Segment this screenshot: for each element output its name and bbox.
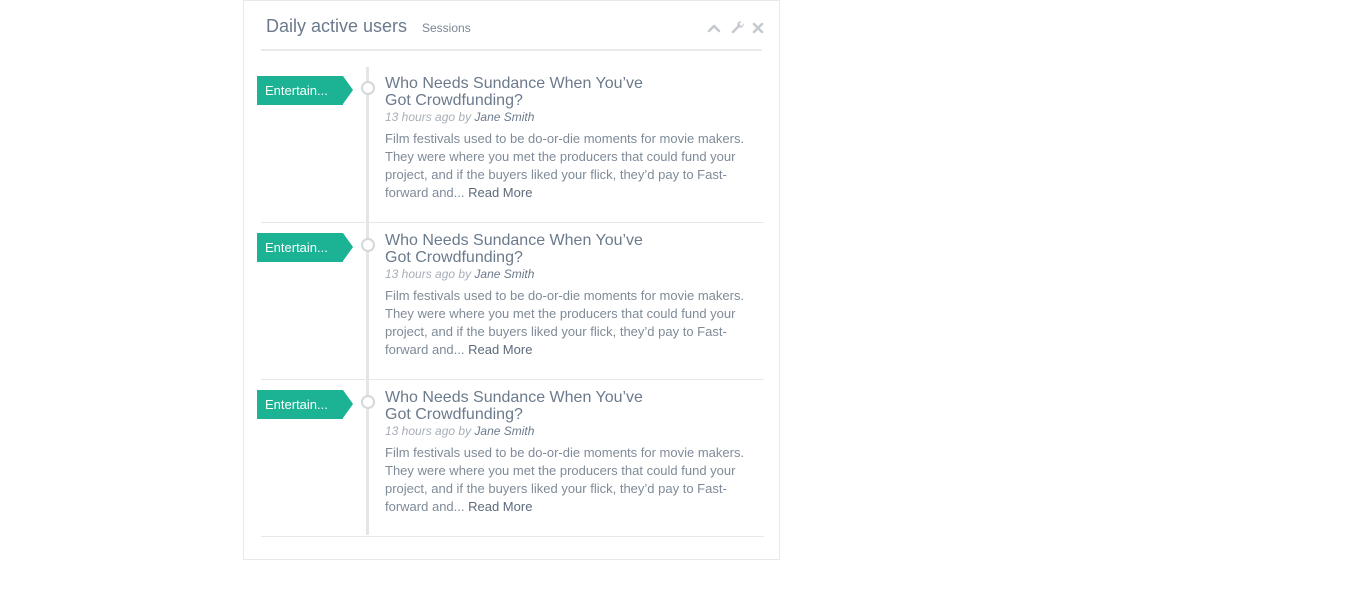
widget-header: Daily active users Sessions [261, 1, 764, 51]
entry-time: 13 hours ago by [385, 267, 475, 281]
entry-meta: 13 hours ago by Jane Smith [385, 424, 755, 438]
entry-time: 13 hours ago by [385, 424, 475, 438]
entry-meta: 13 hours ago by Jane Smith [385, 267, 755, 281]
entry-author: Jane Smith [474, 424, 535, 438]
chevron-up-icon[interactable] [706, 20, 722, 36]
entry-title[interactable]: Who Needs Sundance When You’ve Got Crowd… [385, 75, 665, 109]
close-icon[interactable] [750, 20, 766, 36]
entry-text: Film festivals used to be do-or-die mome… [385, 444, 755, 516]
entry-meta: 13 hours ago by Jane Smith [385, 110, 755, 124]
entry-title[interactable]: Who Needs Sundance When You’ve Got Crowd… [385, 389, 665, 423]
category-tag[interactable]: Entertain... [257, 390, 353, 419]
timeline-entry: Entertain... Who Needs Sundance When You… [257, 66, 764, 223]
wrench-icon[interactable] [730, 20, 746, 36]
timeline-dot [361, 81, 375, 95]
entry-text: Film festivals used to be do-or-die mome… [385, 287, 755, 359]
widget-title: Daily active users [266, 16, 408, 36]
timeline-dot [361, 395, 375, 409]
read-more-link[interactable]: Read More [468, 342, 532, 357]
entry-title[interactable]: Who Needs Sundance When You’ve Got Crowd… [385, 232, 665, 266]
entry-body: Who Needs Sundance When You’ve Got Crowd… [385, 389, 755, 516]
entry-text: Film festivals used to be do-or-die mome… [385, 130, 755, 202]
entry-excerpt: Film festivals used to be do-or-die mome… [385, 288, 745, 357]
widget-subtitle: Sessions [422, 21, 471, 35]
timeline-entry: Entertain... Who Needs Sundance When You… [257, 223, 764, 380]
timeline-widget: Daily active users Sessions Entertain...… [243, 0, 780, 560]
entry-excerpt: Film festivals used to be do-or-die mome… [385, 131, 745, 200]
read-more-link[interactable]: Read More [468, 185, 532, 200]
entry-body: Who Needs Sundance When You’ve Got Crowd… [385, 75, 755, 202]
category-tag[interactable]: Entertain... [257, 76, 353, 105]
timeline-dot [361, 238, 375, 252]
entry-excerpt: Film festivals used to be do-or-die mome… [385, 445, 745, 514]
entry-author: Jane Smith [474, 110, 535, 124]
timeline-entry: Entertain... Who Needs Sundance When You… [257, 380, 764, 537]
category-tag[interactable]: Entertain... [257, 233, 353, 262]
read-more-link[interactable]: Read More [468, 499, 532, 514]
entry-body: Who Needs Sundance When You’ve Got Crowd… [385, 232, 755, 359]
entry-author: Jane Smith [474, 267, 535, 281]
entry-time: 13 hours ago by [385, 110, 475, 124]
